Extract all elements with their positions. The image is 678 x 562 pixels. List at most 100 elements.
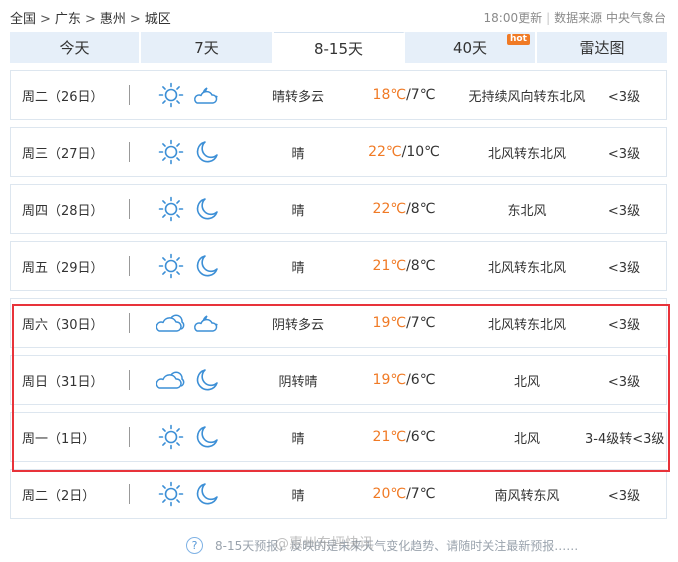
cloudy-night-icon xyxy=(192,299,222,347)
divider xyxy=(129,313,130,333)
moon-icon xyxy=(192,185,222,233)
temp-low: /6℃ xyxy=(406,372,436,388)
temperature: 18℃/7℃ xyxy=(357,71,451,119)
wind-level: <3级 xyxy=(607,146,641,162)
date-label: 周二（2日） xyxy=(22,488,96,504)
tab-today[interactable]: 今天 xyxy=(10,32,141,63)
divider xyxy=(129,370,130,390)
wind-level: <3级 xyxy=(607,488,641,504)
temperature: 22℃/10℃ xyxy=(357,128,451,176)
forecast-row: 周二（2日） 晴 20℃/7℃ 南风转东风 <3级 xyxy=(10,469,667,519)
tab-label: 40天 xyxy=(452,39,488,57)
forecast-row: 周四（28日） 晴 22℃/8℃ 东北风 <3级 xyxy=(10,184,667,234)
breadcrumb-current-district: 城区 xyxy=(144,12,171,27)
forecast-row: 周二（26日） 晴转多云 18℃/7℃ 无持续风向转东北风 <3级 xyxy=(10,70,667,120)
temperature: 20℃/7℃ xyxy=(357,470,451,518)
temp-high: 22℃ xyxy=(372,201,407,217)
temperature: 21℃/6℃ xyxy=(357,413,451,461)
breadcrumb-link-city[interactable]: 惠州 xyxy=(100,12,126,27)
forecast-list: 周二（26日） 晴转多云 18℃/7℃ 无持续风向转东北风 <3级 周三（27日… xyxy=(10,70,667,526)
tab-radar[interactable]: 雷达图 xyxy=(537,32,667,63)
breadcrumb: 全国 > 广东 > 惠州 > 城区 xyxy=(10,8,171,27)
tab-7-days[interactable]: 7天 xyxy=(141,32,274,63)
weather-description: 阴转晴 xyxy=(278,374,318,390)
watermark: @惠州东坪快讯 xyxy=(275,536,373,552)
sun-icon xyxy=(156,185,186,233)
help-icon[interactable]: ? xyxy=(186,537,203,554)
wind-level: <3级 xyxy=(607,374,641,390)
temperature: 22℃/8℃ xyxy=(357,185,451,233)
temp-low: /7℃ xyxy=(406,486,436,502)
temp-high: 19℃ xyxy=(372,372,407,388)
divider xyxy=(129,427,130,447)
forecast-row: 周三（27日） 晴 22℃/10℃ 北风转东北风 <3级 xyxy=(10,127,667,177)
update-time: 18:00更新 xyxy=(483,11,543,25)
wind-level: 3-4级转<3级 xyxy=(585,431,665,447)
temp-low: /8℃ xyxy=(406,201,436,217)
temp-low: /10℃ xyxy=(401,144,440,160)
weather-description: 晴 xyxy=(291,203,305,219)
hot-badge: hot xyxy=(507,34,530,45)
tab-label: 8-15天 xyxy=(313,39,364,58)
divider xyxy=(129,142,130,162)
weather-description: 晴转多云 xyxy=(271,89,324,105)
breadcrumb-separator: > xyxy=(84,12,96,27)
breadcrumb-separator: > xyxy=(40,12,51,27)
weather-description: 晴 xyxy=(291,146,305,162)
temp-low: /7℃ xyxy=(406,315,436,331)
wind-level: <3级 xyxy=(607,89,641,105)
wind-direction: 北风 xyxy=(513,431,540,447)
sun-icon xyxy=(156,128,186,176)
temperature: 19℃/6℃ xyxy=(357,356,451,404)
tab-40-days[interactable]: 40天 hot xyxy=(405,32,537,63)
footer-text: 8-15天预报，反映的是未来天气变化趋势、请随时关注最新预报…… xyxy=(215,539,579,553)
weather-description: 晴 xyxy=(291,488,305,504)
forecast-row: 周日（31日） 阴转晴 19℃/6℃ 北风 <3级 xyxy=(10,355,667,405)
tab-label: 雷达图 xyxy=(579,39,625,57)
date-label: 周四（28日） xyxy=(22,203,104,219)
temperature: 21℃/8℃ xyxy=(357,242,451,290)
tab-8-15-days[interactable]: 8-15天 xyxy=(274,32,405,63)
divider xyxy=(129,256,130,276)
weather-description: 晴 xyxy=(291,260,305,276)
breadcrumb-link-province[interactable]: 广东 xyxy=(55,12,81,27)
sun-icon xyxy=(156,413,186,461)
wind-level: <3级 xyxy=(607,260,641,276)
wind-level: <3级 xyxy=(607,317,641,333)
moon-icon xyxy=(192,242,222,290)
temperature: 19℃/7℃ xyxy=(357,299,451,347)
forecast-row: 周五（29日） 晴 21℃/8℃ 北风转东北风 <3级 xyxy=(10,241,667,291)
date-label: 周一（1日） xyxy=(22,431,96,447)
forecast-row: 周六（30日） 阴转多云 19℃/7℃ 北风转东北风 <3级 xyxy=(10,298,667,348)
moon-icon xyxy=(192,356,222,404)
forecast-tabs: 今天 7天 8-15天 40天 hot 雷达图 xyxy=(10,32,667,63)
divider xyxy=(129,85,130,105)
temp-high: 21℃ xyxy=(372,258,407,274)
temp-high: 20℃ xyxy=(372,486,407,502)
weather-description: 晴 xyxy=(291,431,305,447)
divider xyxy=(129,484,130,504)
data-source: 数据来源 中央气象台 xyxy=(554,11,666,25)
moon-icon xyxy=(192,413,222,461)
weather-description: 阴转多云 xyxy=(271,317,324,333)
forecast-row: 周一（1日） 晴 21℃/6℃ 北风 3-4级转<3级 xyxy=(10,412,667,462)
moon-icon xyxy=(192,470,222,518)
update-info: 18:00更新 | 数据来源 中央气象台 xyxy=(484,9,666,26)
overcast-icon xyxy=(156,356,186,404)
date-label: 周六（30日） xyxy=(22,317,104,333)
breadcrumb-link-national[interactable]: 全国 xyxy=(10,12,36,27)
divider: | xyxy=(546,11,551,25)
divider xyxy=(129,199,130,219)
tab-label: 今天 xyxy=(59,39,90,57)
date-label: 周日（31日） xyxy=(22,374,104,390)
date-label: 周三（27日） xyxy=(22,146,104,162)
overcast-icon xyxy=(156,299,186,347)
temp-low: /8℃ xyxy=(406,258,436,274)
date-label: 周五（29日） xyxy=(22,260,104,276)
temp-high: 19℃ xyxy=(372,315,407,331)
temp-high: 21℃ xyxy=(372,429,407,445)
tab-label: 7天 xyxy=(194,39,219,57)
sun-icon xyxy=(156,470,186,518)
sun-icon xyxy=(156,242,186,290)
sun-icon xyxy=(156,71,186,119)
